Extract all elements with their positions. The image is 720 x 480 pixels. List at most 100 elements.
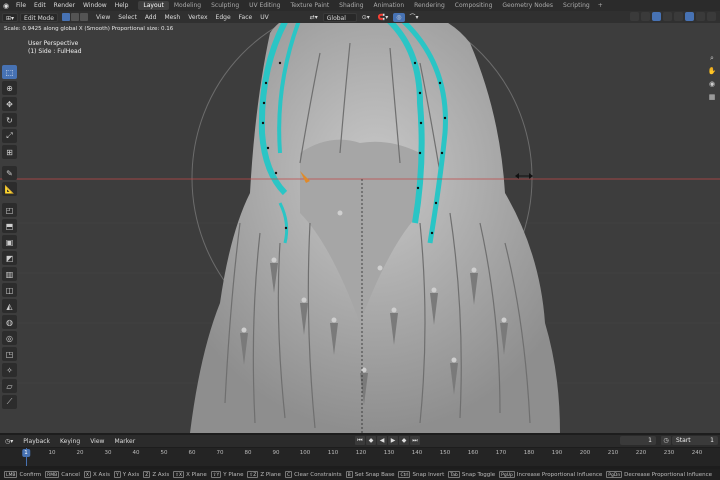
current-frame-field[interactable]: 1: [620, 436, 656, 445]
tab-geometry-nodes[interactable]: Geometry Nodes: [497, 1, 558, 10]
menu-file[interactable]: File: [12, 2, 30, 9]
start-frame-field[interactable]: Start 1: [672, 436, 718, 445]
shear-icon[interactable]: ▱: [2, 379, 17, 393]
menu-render[interactable]: Render: [50, 2, 79, 9]
scale-icon[interactable]: ⤢: [2, 129, 17, 143]
menu-help[interactable]: Help: [111, 2, 133, 9]
3d-viewport[interactable]: ⬚ ⊕ ✥ ↻ ⤢ ⊞ ✎ 📐 ◰ ⬒ ▣ ◩ ▥ ◫ ◭ ◍ ◎ ◳ ✧ ▱ …: [0, 23, 720, 433]
timeline-editor-icon[interactable]: ◷▾: [0, 438, 18, 445]
jump-end-icon[interactable]: ⏭: [410, 436, 420, 445]
inset-icon[interactable]: ▣: [2, 235, 17, 249]
material-shading-icon[interactable]: [696, 12, 705, 21]
face-select-icon[interactable]: [80, 13, 89, 21]
hint-label: Snap Invert: [412, 471, 445, 478]
extrude-icon[interactable]: ⬒: [2, 219, 17, 233]
tab-uv-editing[interactable]: UV Editing: [244, 1, 285, 10]
view-name: User Perspective: [28, 40, 79, 47]
xray-icon[interactable]: [663, 12, 672, 21]
spin-icon[interactable]: ◍: [2, 315, 17, 329]
measure-icon[interactable]: 📐: [2, 182, 17, 196]
menu-edge[interactable]: Edge: [212, 14, 235, 21]
menu-face[interactable]: Face: [235, 14, 257, 21]
ruler-tick: 40: [132, 450, 140, 456]
poly-build-icon[interactable]: ◭: [2, 299, 17, 313]
wireframe-shading-icon[interactable]: [674, 12, 683, 21]
hint-label: Snap Toggle: [461, 471, 496, 478]
loop-cut-icon[interactable]: ▥: [2, 267, 17, 281]
move-icon[interactable]: ✥: [2, 97, 17, 111]
cursor-icon[interactable]: ⊕: [2, 81, 17, 95]
menu-edit[interactable]: Edit: [30, 2, 50, 9]
hint-label: Z Axis: [152, 471, 170, 478]
tab-shading[interactable]: Shading: [334, 1, 368, 10]
smooth-icon[interactable]: ◎: [2, 331, 17, 345]
tab-animation[interactable]: Animation: [369, 1, 410, 10]
next-key-icon[interactable]: ◆: [399, 436, 409, 445]
add-workspace-button[interactable]: +: [595, 2, 606, 9]
prev-key-icon[interactable]: ◆: [366, 436, 376, 445]
timeline-header: ◷▾ Playback Keying View Marker ⏮ ◆ ◀ ▶ ◆…: [0, 435, 720, 447]
tab-layout[interactable]: Layout: [138, 1, 169, 10]
ruler-tick: 30: [104, 450, 112, 456]
timeline-ruler[interactable]: 1 10 20 30 40 50 60 70 80 90 100 110 120…: [0, 448, 720, 466]
shrink-fatten-icon[interactable]: ✧: [2, 363, 17, 377]
menu-marker[interactable]: Marker: [109, 438, 140, 445]
blender-logo-icon[interactable]: ◉: [0, 0, 12, 11]
editor-type-button[interactable]: ⊞▾: [2, 12, 19, 22]
menu-uv[interactable]: UV: [256, 14, 273, 21]
rotate-icon[interactable]: ↻: [2, 113, 17, 127]
tab-texture-paint[interactable]: Texture Paint: [285, 1, 334, 10]
hint-label: Decrease Proportional Influence: [624, 471, 713, 478]
mode-dropdown[interactable]: Edit Mode: [20, 12, 59, 22]
zoom-icon[interactable]: ⌕: [707, 53, 717, 63]
hair-mesh[interactable]: [190, 23, 560, 433]
jump-start-icon[interactable]: ⏮: [355, 436, 365, 445]
overlays-icon[interactable]: [652, 12, 661, 21]
play-icon[interactable]: ▶: [388, 436, 398, 445]
tab-scripting[interactable]: Scripting: [558, 1, 595, 10]
pan-icon[interactable]: ✋: [707, 66, 717, 76]
orientation-dropdown[interactable]: Global: [322, 12, 357, 22]
edge-select-icon[interactable]: [71, 13, 80, 21]
edge-slide-icon[interactable]: ◳: [2, 347, 17, 361]
snap-icon[interactable]: 🧲▾: [375, 13, 391, 22]
bevel-icon[interactable]: ◩: [2, 251, 17, 265]
transform-orientation-icon[interactable]: ⇄▾: [307, 13, 321, 22]
knife-icon[interactable]: ◫: [2, 283, 17, 297]
annotate-icon[interactable]: ✎: [2, 166, 17, 180]
key-hint: Tab: [448, 471, 460, 478]
tab-compositing[interactable]: Compositing: [450, 1, 498, 10]
menu-playback[interactable]: Playback: [18, 438, 55, 445]
current-frame-marker[interactable]: 1: [22, 449, 30, 457]
menu-keying[interactable]: Keying: [55, 438, 85, 445]
play-reverse-icon[interactable]: ◀: [377, 436, 387, 445]
operator-status-text: Scale: 0.9425 along global X (Smooth) Pr…: [4, 26, 174, 32]
add-cube-icon[interactable]: ◰: [2, 203, 17, 217]
rip-icon[interactable]: ⟋: [2, 395, 17, 409]
grid-icon[interactable]: ▦: [707, 92, 717, 102]
solid-shading-icon[interactable]: [685, 12, 694, 21]
menu-add[interactable]: Add: [141, 14, 161, 21]
preview-range-icon[interactable]: ◷: [661, 436, 671, 445]
top-menu-bar: ◉ File Edit Render Window Help Layout Mo…: [0, 0, 720, 11]
tab-rendering[interactable]: Rendering: [409, 1, 450, 10]
menu-mesh[interactable]: Mesh: [160, 14, 184, 21]
vertex-select-icon[interactable]: [62, 13, 71, 21]
select-box-icon[interactable]: ⬚: [2, 65, 17, 79]
transform-icon[interactable]: ⊞: [2, 145, 17, 159]
tab-sculpting[interactable]: Sculpting: [206, 1, 244, 10]
proportional-edit-icon[interactable]: ◎: [393, 12, 405, 22]
visibility-icon[interactable]: [630, 12, 639, 21]
menu-window[interactable]: Window: [79, 2, 111, 9]
menu-select[interactable]: Select: [114, 14, 141, 21]
menu-timeline-view[interactable]: View: [85, 438, 109, 445]
menu-view[interactable]: View: [92, 14, 114, 21]
pivot-icon[interactable]: ⊙▾: [359, 13, 373, 22]
menu-vertex[interactable]: Vertex: [184, 14, 211, 21]
gizmo-toggle-icon[interactable]: [641, 12, 650, 21]
tab-modeling[interactable]: Modeling: [169, 1, 206, 10]
camera-icon[interactable]: ◉: [707, 79, 717, 89]
proportional-falloff-icon[interactable]: ⌒▾: [407, 13, 422, 22]
ruler-tick: 240: [691, 450, 703, 456]
rendered-shading-icon[interactable]: [707, 12, 716, 21]
